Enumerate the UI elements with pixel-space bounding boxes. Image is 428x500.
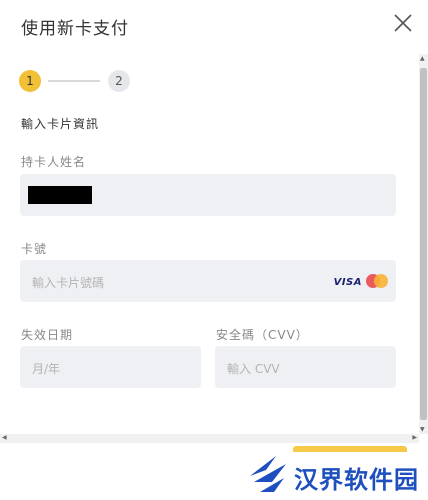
- dialog-body: 1 2 輸入卡片資訊 持卡人姓名 卡號 輸入卡片號碼 VISA 失效日期 月/年…: [0, 54, 428, 444]
- cvv-label: 安全碼（CVV）: [216, 328, 309, 342]
- visa-icon: VISA: [333, 277, 362, 288]
- cvv-placeholder: 輸入 CVV: [227, 362, 280, 376]
- vertical-scrollbar[interactable]: ▲ ▼: [419, 54, 428, 434]
- step-connector: [48, 80, 100, 82]
- watermark-logo-icon: [250, 456, 286, 492]
- scroll-left-icon[interactable]: ◀: [2, 434, 7, 441]
- scroll-right-icon[interactable]: ▶: [412, 434, 417, 441]
- scroll-down-icon[interactable]: ▼: [420, 426, 425, 433]
- payment-dialog: 使用新卡支付 1 2 輸入卡片資訊 持卡人姓名 卡號 輸入卡片號碼 VISA 失…: [0, 0, 428, 500]
- section-title: 輸入卡片資訊: [21, 117, 100, 131]
- card-number-placeholder: 輸入卡片號碼: [32, 276, 105, 290]
- watermark-text: 汉界软件园: [294, 466, 419, 494]
- step-1-indicator: 1: [19, 70, 41, 92]
- cvv-input[interactable]: 輸入 CVV: [215, 346, 396, 388]
- dialog-title: 使用新卡支付: [21, 19, 129, 39]
- expiry-placeholder: 月/年: [32, 362, 61, 376]
- scrollbar-thumb[interactable]: [420, 68, 427, 420]
- expiry-label: 失效日期: [21, 328, 74, 342]
- mastercard-icon: [366, 274, 388, 288]
- step-2-indicator: 2: [108, 70, 130, 92]
- cardholder-input[interactable]: [20, 174, 396, 216]
- scroll-up-icon[interactable]: ▲: [420, 55, 425, 62]
- watermark: 汉界软件园: [246, 452, 428, 498]
- redacted-name: [28, 186, 92, 204]
- card-number-label: 卡號: [21, 242, 48, 256]
- expiry-input[interactable]: 月/年: [20, 346, 201, 388]
- cardholder-label: 持卡人姓名: [21, 155, 87, 169]
- close-icon[interactable]: [392, 12, 414, 34]
- card-number-input[interactable]: 輸入卡片號碼 VISA: [20, 260, 396, 302]
- horizontal-scrollbar[interactable]: ◀ ▶: [0, 434, 419, 443]
